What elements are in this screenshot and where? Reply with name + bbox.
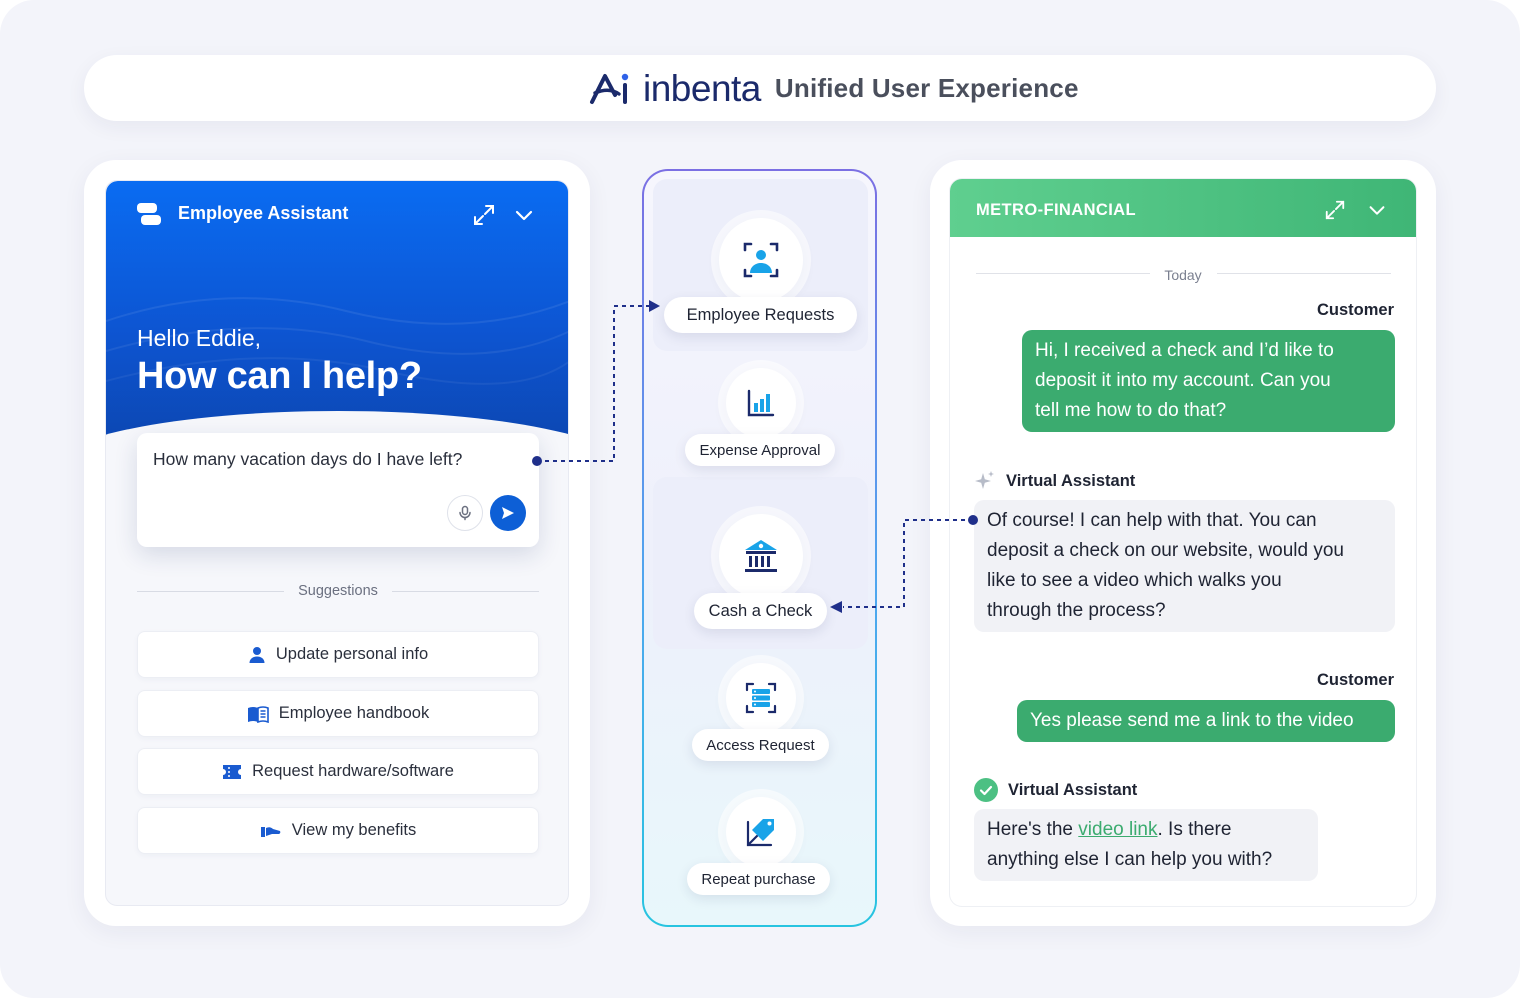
skills-column: Employee Requests Expense Approval Cash … xyxy=(642,169,877,927)
expand-icon[interactable] xyxy=(1324,199,1346,221)
message-author-row: Virtual Assistant xyxy=(974,778,1137,802)
brand-name: inbenta xyxy=(643,67,761,109)
expand-icon[interactable] xyxy=(472,203,496,227)
message-line: Yes please send me a link to the video xyxy=(1030,710,1354,731)
inbenta-logo-icon xyxy=(590,73,629,104)
suggestion-label: Update personal info xyxy=(275,645,429,663)
header-bar: inbenta Unified User Experience xyxy=(84,55,1436,121)
message-author: Customer xyxy=(1316,301,1394,319)
ticket-icon xyxy=(223,764,242,779)
message-text: . Is there xyxy=(1157,819,1232,840)
skill-label-cash-a-check[interactable]: Cash a Check xyxy=(694,593,827,629)
message-line: like to see a video which walks you xyxy=(987,570,1282,591)
metro-financial-widget: METRO-FINANCIAL Today Customer Hi, I rec… xyxy=(950,179,1416,906)
message-author: Virtual Assistant xyxy=(1008,780,1138,799)
bar-chart-icon xyxy=(747,389,775,417)
message-line: deposit a check on our website, would yo… xyxy=(987,540,1344,561)
skill-label-repeat-purchase[interactable]: Repeat purchase xyxy=(687,863,830,895)
message-line: Here's the video link. Is there xyxy=(987,815,1305,845)
header-subtitle: Unified User Experience xyxy=(774,72,1079,103)
chat-header: METRO-FINANCIAL xyxy=(950,179,1416,237)
message-author: Virtual Assistant xyxy=(1006,471,1136,490)
employee-assistant-panel: Employee Assistant Hello Eddie, How can … xyxy=(84,160,590,926)
skill-icon-employee-requests[interactable] xyxy=(719,218,803,302)
metro-financial-panel: METRO-FINANCIAL Today Customer Hi, I rec… xyxy=(930,160,1436,926)
send-icon xyxy=(502,507,514,519)
bank-icon xyxy=(745,540,777,572)
skill-icon-repeat-purchase[interactable] xyxy=(726,797,796,867)
suggestion-update-personal-info[interactable]: Update personal info xyxy=(137,631,539,678)
person-scan-icon xyxy=(743,242,779,278)
person-icon xyxy=(249,646,265,663)
assistant-message: Here's the video link. Is there anything… xyxy=(974,809,1318,881)
message-line: anything else I can help you with? xyxy=(987,849,1273,870)
skill-label-employee-requests[interactable]: Employee Requests xyxy=(664,297,857,333)
message-line: through the process? xyxy=(987,600,1166,621)
video-link[interactable]: video link xyxy=(1078,819,1157,840)
question-input-value[interactable]: How many vacation days do I have left? xyxy=(153,449,462,470)
suggestion-label: Employee handbook xyxy=(278,704,430,722)
message-text: Here's the xyxy=(987,819,1079,840)
skill-label-access-request[interactable]: Access Request xyxy=(692,729,829,761)
suggestion-employee-handbook[interactable]: Employee handbook xyxy=(137,690,539,737)
suggestion-label: View my benefits xyxy=(291,821,417,839)
message-author: Customer xyxy=(1316,671,1394,689)
employee-assistant-widget: Employee Assistant Hello Eddie, How can … xyxy=(105,180,569,906)
message-line: deposit it into my account. Can you xyxy=(1035,370,1331,391)
book-icon xyxy=(247,705,269,723)
chevron-down-icon[interactable] xyxy=(1366,199,1388,221)
chat-title: METRO-FINANCIAL xyxy=(976,201,1136,219)
assistant-title: Employee Assistant xyxy=(178,203,349,223)
server-scan-icon xyxy=(745,682,777,714)
brand: inbenta Unified User Experience xyxy=(589,63,1079,113)
suggestion-label: Request hardware/software xyxy=(252,762,454,780)
headline: How can I help? xyxy=(137,355,422,397)
check-circle-icon xyxy=(974,778,998,802)
greeting: Hello Eddie, xyxy=(137,325,262,351)
benefits-icon xyxy=(260,826,281,837)
customer-message: Hi, I received a check and I’d like to d… xyxy=(1022,330,1395,432)
message-line: tell me how to do that? xyxy=(1035,400,1227,421)
microphone-button[interactable] xyxy=(447,495,483,531)
assistant-message: Of course! I can help with that. You can… xyxy=(974,500,1395,632)
date-divider: Today xyxy=(1164,267,1202,283)
send-button[interactable] xyxy=(490,495,526,531)
message-line: Of course! I can help with that. You can xyxy=(987,510,1317,531)
skill-icon-cash-a-check[interactable] xyxy=(719,514,803,598)
customer-message: Yes please send me a link to the video xyxy=(1017,700,1395,742)
message-author-row: Virtual Assistant xyxy=(974,470,1135,492)
skill-label-expense-approval[interactable]: Expense Approval xyxy=(685,434,835,466)
message-line: Hi, I received a check and I’d like to xyxy=(1035,340,1334,361)
assistant-logo-icon xyxy=(137,203,161,225)
canvas: inbenta Unified User Experience Employee… xyxy=(0,0,1520,998)
microphone-icon xyxy=(459,505,471,521)
suggestion-view-my-benefits[interactable]: View my benefits xyxy=(137,807,539,854)
price-tag-icon xyxy=(746,819,774,847)
suggestion-request-hardware-software[interactable]: Request hardware/software xyxy=(137,748,539,795)
skill-icon-expense-approval[interactable] xyxy=(726,368,796,438)
skill-icon-access-request[interactable] xyxy=(726,663,796,733)
chevron-down-icon[interactable] xyxy=(512,203,536,227)
sparkle-icon xyxy=(975,471,994,489)
question-input[interactable]: How many vacation days do I have left? xyxy=(137,433,539,547)
suggestions-label: Suggestions xyxy=(298,583,378,599)
